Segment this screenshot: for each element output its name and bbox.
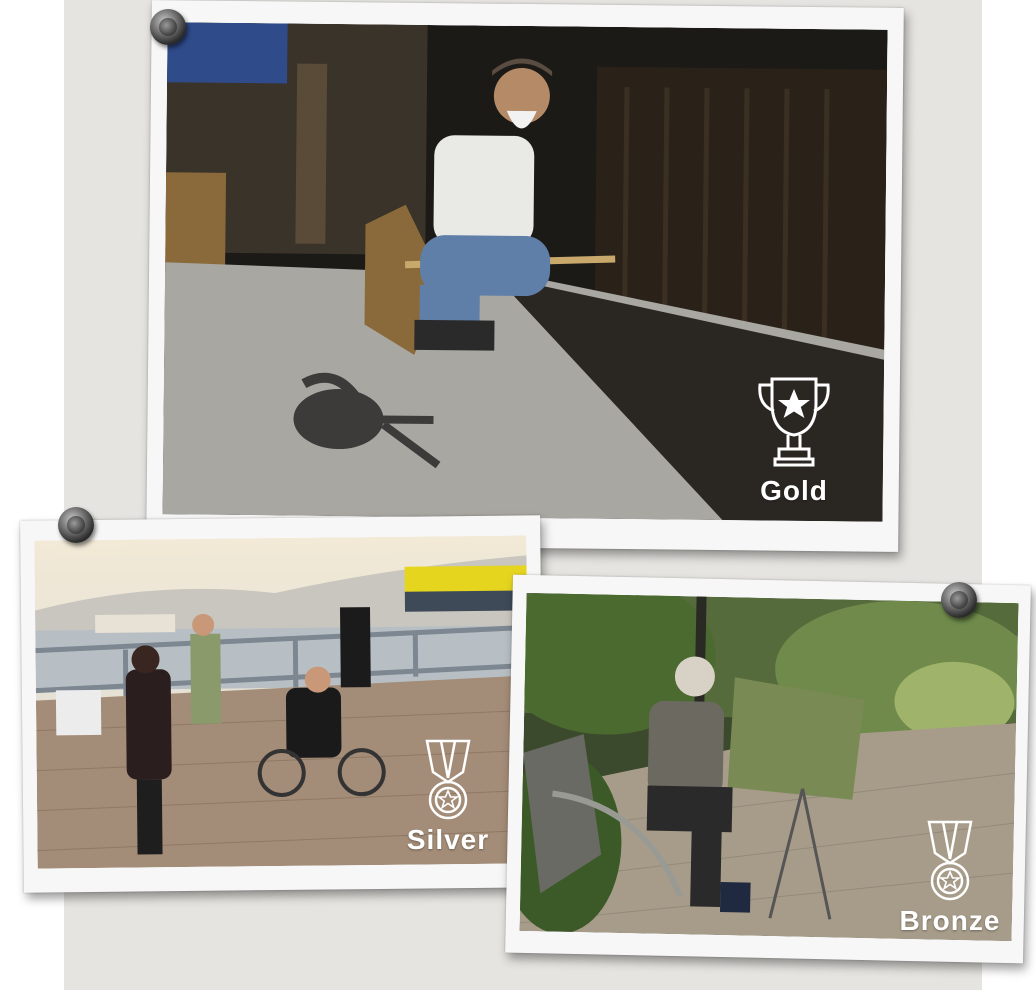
silver-award-badge: Silver [398, 738, 498, 856]
gold-label: Gold [760, 475, 828, 506]
pushpin-icon [58, 507, 94, 543]
pushpin-icon [941, 582, 977, 618]
silver-label: Silver [406, 824, 490, 855]
bronze-award-badge: Bronze [890, 819, 1010, 937]
pushpin-icon [150, 9, 186, 45]
medal-icon [927, 820, 973, 901]
gold-award-badge: Gold [738, 373, 850, 507]
bronze-label: Bronze [899, 905, 1001, 936]
trophy-star-icon [758, 377, 830, 467]
medal-icon [425, 739, 471, 820]
